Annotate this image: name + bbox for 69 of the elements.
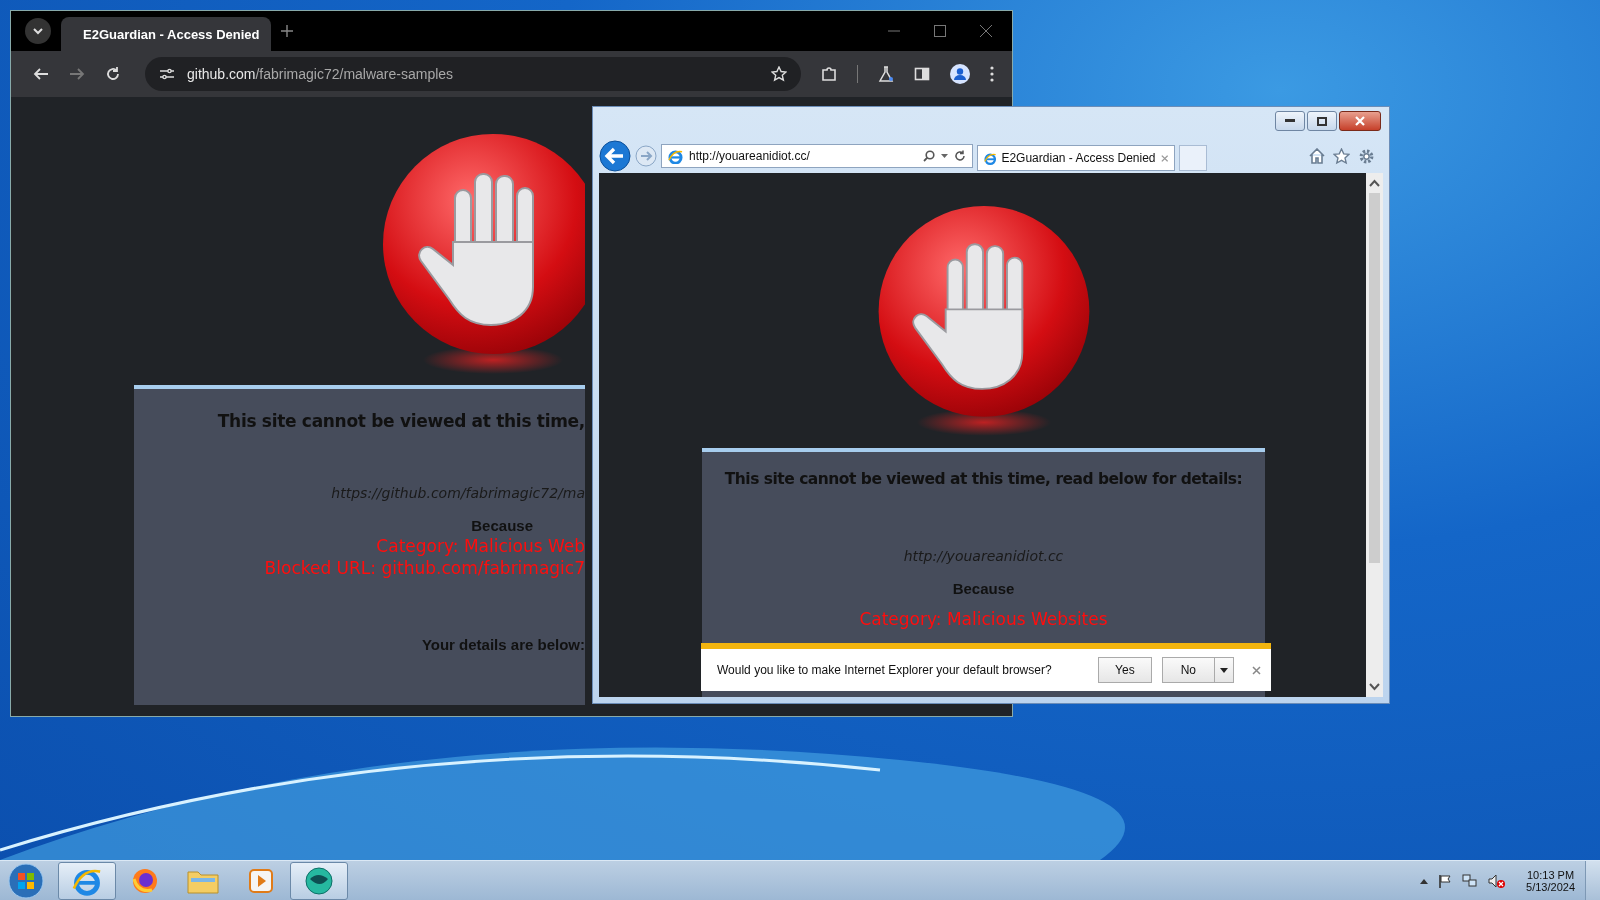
side-panel-icon[interactable]	[914, 66, 930, 82]
home-icon[interactable]	[1309, 147, 1325, 164]
scroll-up-icon[interactable]	[1369, 179, 1380, 187]
ie-logo-icon	[984, 150, 997, 166]
dropdown-button[interactable]	[1215, 657, 1234, 683]
browser-tab[interactable]: E2Guardian - Access Denied	[977, 145, 1175, 171]
yes-button[interactable]: Yes	[1098, 657, 1152, 683]
forward-arrow-icon[interactable]	[69, 66, 85, 82]
caret-icon	[32, 25, 44, 37]
taskbar-app-button[interactable]	[290, 861, 348, 900]
blocked-url-text: http://youareanidiot.cc	[903, 547, 1064, 564]
new-tab-icon[interactable]	[281, 25, 293, 37]
message-text: This site cannot be viewed at this time, read below for details:	[724, 469, 1243, 488]
menu-icon[interactable]	[990, 66, 994, 82]
maximize-icon[interactable]	[934, 25, 946, 37]
close-button[interactable]	[1339, 111, 1381, 131]
speaker-muted-icon[interactable]	[1488, 873, 1507, 888]
notification-message: Would you like to make Internet Explorer your default browser?	[717, 663, 1052, 677]
close-icon[interactable]	[1252, 665, 1261, 675]
no-button[interactable]: No	[1161, 657, 1215, 683]
message-text: Your details are below:	[421, 636, 585, 653]
puzzle-piece-icon[interactable]	[821, 66, 837, 82]
restore-button[interactable]	[1307, 111, 1337, 131]
clock-date: 5/13/2024	[1526, 880, 1575, 893]
clock-time: 10:13 PM	[1527, 868, 1575, 881]
globe-icon	[304, 865, 334, 896]
favorites-star-icon[interactable]	[1333, 147, 1350, 165]
back-arrow-icon[interactable]	[33, 66, 49, 82]
address-bar[interactable]: github.com/fabrimagic72/malware-samples	[145, 57, 801, 91]
message-text: Because	[952, 579, 1015, 597]
ie-logo-icon	[668, 148, 683, 164]
url-text: github.com/fabrimagic72/malware-samples	[187, 66, 454, 82]
alert-text: Category: Malicious Websites	[859, 608, 1108, 629]
refresh-icon[interactable]	[954, 150, 966, 162]
bookmark-star-icon[interactable]	[771, 66, 787, 82]
tab-title: E2Guardian - Access Denied	[1001, 151, 1156, 165]
minimize-icon	[1285, 119, 1295, 123]
vertical-scrollbar[interactable]	[1366, 173, 1383, 697]
dropdown-caret-icon[interactable]	[941, 154, 948, 158]
minimize-button[interactable]	[1275, 111, 1305, 131]
caret-icon	[1220, 667, 1228, 673]
network-icon[interactable]	[1462, 873, 1479, 888]
message-text: Because	[471, 517, 533, 534]
show-hidden-icons-icon[interactable]	[1420, 877, 1429, 884]
profile-avatar-icon[interactable]	[950, 64, 970, 84]
settings-gear-icon[interactable]	[1358, 147, 1375, 165]
clock[interactable]: 10:13 PM 5/13/2024	[1526, 868, 1575, 893]
close-icon[interactable]	[1160, 153, 1168, 163]
close-icon[interactable]	[980, 25, 992, 37]
restore-icon	[1317, 116, 1327, 126]
play-icon	[248, 867, 274, 894]
close-icon	[1355, 116, 1365, 126]
site-settings-icon[interactable]	[159, 67, 175, 81]
scroll-down-icon[interactable]	[1369, 683, 1380, 691]
address-bar[interactable]: http://youareanidiot.cc/	[661, 144, 973, 168]
tab-title: E2Guardian - Access Denied	[83, 26, 260, 42]
message-text: This site cannot be viewed at this time,	[217, 411, 585, 431]
reload-icon[interactable]	[105, 66, 121, 82]
url-text: http://youareanidiot.cc/	[689, 149, 810, 163]
start-button-icon[interactable]	[8, 862, 44, 899]
flask-icon[interactable]	[878, 66, 894, 82]
alert-text: Blocked URL: github.com/fabrimagic7	[264, 558, 585, 578]
flag-icon[interactable]	[1438, 873, 1453, 888]
search-icon[interactable]	[923, 150, 935, 162]
firefox-logo-icon	[131, 866, 159, 895]
blocked-url-text: https://github.com/fabrimagic72/ma	[331, 485, 585, 501]
tab-search-button[interactable]	[25, 18, 51, 44]
browser-tab[interactable]: E2Guardian - Access Denied	[61, 17, 271, 51]
alert-text: Category: Malicious Web	[376, 536, 585, 556]
